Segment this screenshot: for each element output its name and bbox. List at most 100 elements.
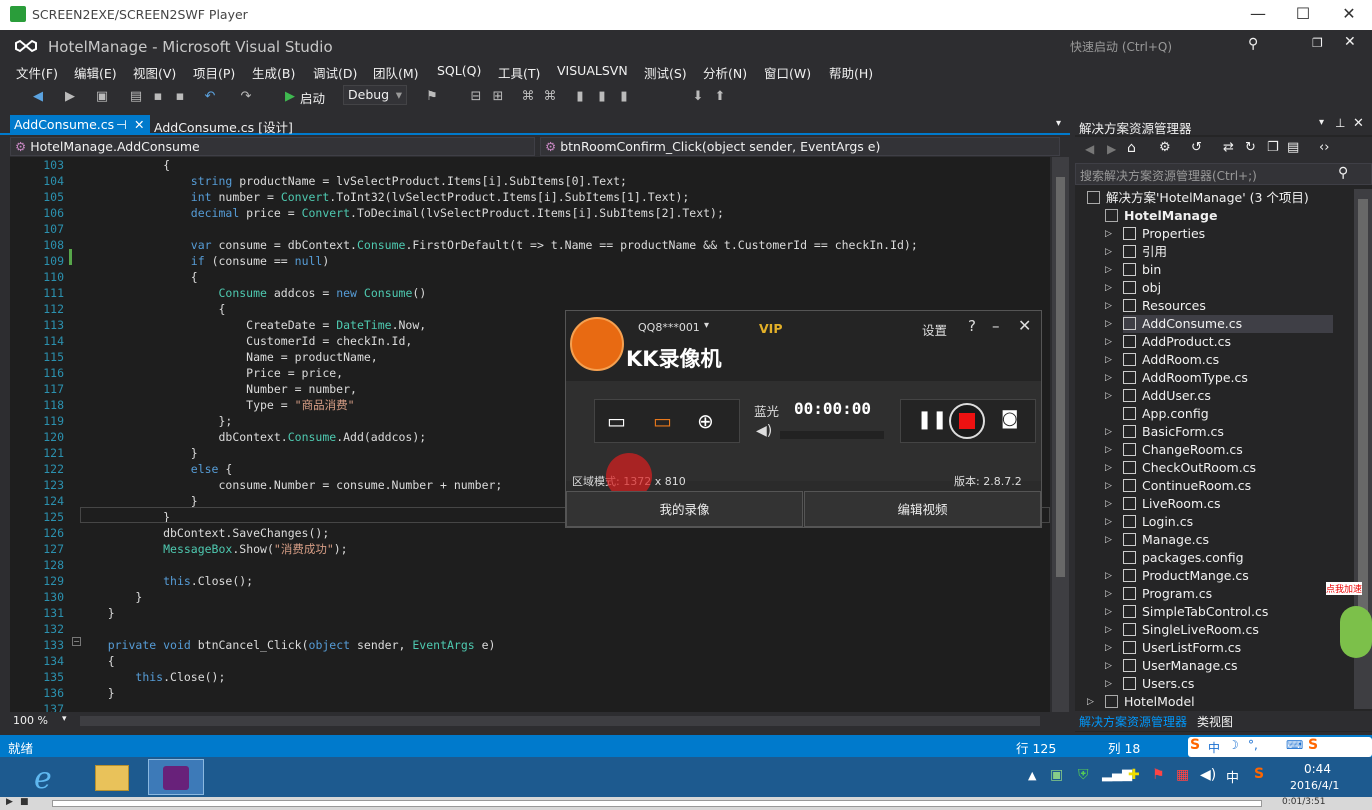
- account-dropdown-icon[interactable]: ▾: [704, 320, 709, 331]
- tray-ime[interactable]: 中: [1226, 767, 1239, 786]
- expand-arrow-icon[interactable]: ▷: [1105, 243, 1112, 261]
- code-line[interactable]: }: [80, 445, 198, 461]
- kk-minimize-icon[interactable]: –: [992, 317, 1000, 335]
- code-line[interactable]: Price = price,: [80, 365, 343, 381]
- menu-project[interactable]: 项目(P): [193, 63, 235, 82]
- se-dropdown-icon[interactable]: ▾: [1319, 117, 1324, 128]
- expand-arrow-icon[interactable]: ▷: [1105, 567, 1112, 585]
- tree-item[interactable]: ▷ LiveRoom.cs: [1105, 495, 1220, 513]
- tree-item[interactable]: ▷ AddRoom.cs: [1105, 351, 1219, 369]
- bookmark-icon[interactable]: ▮: [572, 89, 588, 105]
- help-icon[interactable]: ?: [968, 317, 976, 335]
- pending-changes-icon[interactable]: ⚙: [1159, 140, 1171, 155]
- comment-icon[interactable]: ⌘: [520, 89, 536, 105]
- menu-view[interactable]: 视图(V): [133, 63, 176, 82]
- code-line[interactable]: consume.Number = consume.Number + number…: [80, 477, 502, 493]
- se-back-icon[interactable]: ◀: [1085, 142, 1094, 156]
- menu-debug[interactable]: 调试(D): [313, 63, 357, 82]
- forward-icon[interactable]: ▶: [62, 89, 78, 105]
- tray-expand-icon[interactable]: ▲: [1028, 769, 1036, 782]
- tree-item[interactable]: ▷ Users.cs: [1105, 675, 1194, 693]
- se-scroll-thumb[interactable]: [1358, 199, 1368, 639]
- code-line[interactable]: dbContext.SaveChanges();: [80, 525, 329, 541]
- ime-punct-icon[interactable]: °,: [1248, 738, 1258, 752]
- tray-sogou-icon[interactable]: S: [1254, 766, 1264, 782]
- menu-build[interactable]: 生成(B): [252, 63, 295, 82]
- code-line[interactable]: MessageBox.Show("消费成功");: [80, 541, 348, 557]
- quick-launch-input[interactable]: 快速启动 (Ctrl+Q): [1070, 38, 1172, 55]
- close-button[interactable]: ✕: [1334, 4, 1364, 23]
- menu-sql[interactable]: SQL(Q): [437, 63, 481, 78]
- scrollbar-thumb[interactable]: [1056, 177, 1065, 577]
- code-line[interactable]: string productName = lvSelectProduct.Ite…: [80, 173, 627, 189]
- zoom-level[interactable]: 100 %: [13, 714, 48, 727]
- tree-item[interactable]: App.config: [1123, 405, 1209, 423]
- expand-arrow-icon[interactable]: ▷: [1105, 333, 1112, 351]
- code-line[interactable]: {: [80, 301, 225, 317]
- quality-label[interactable]: 蓝光: [754, 401, 779, 420]
- tree-project-hotelmodel[interactable]: ▷ HotelModel: [1087, 693, 1195, 711]
- layout-icon[interactable]: ⊟: [468, 89, 484, 105]
- expand-arrow-icon[interactable]: ▷: [1105, 495, 1112, 513]
- download-icon[interactable]: ⬇: [690, 89, 706, 105]
- code-line[interactable]: }: [80, 685, 115, 701]
- upload-icon[interactable]: ⬆: [712, 89, 728, 105]
- uncomment-icon[interactable]: ⌘: [542, 89, 558, 105]
- format-icon[interactable]: ⊞: [490, 89, 506, 105]
- code-line[interactable]: Type = "商品消费": [80, 397, 354, 413]
- expand-arrow-icon[interactable]: ▷: [1105, 639, 1112, 657]
- ime-mode[interactable]: 中: [1208, 739, 1220, 756]
- expand-arrow-icon[interactable]: ▷: [1105, 513, 1112, 531]
- tree-item[interactable]: ▷ SimpleTabControl.cs: [1105, 603, 1268, 621]
- tree-item[interactable]: ▷ bin: [1105, 261, 1161, 279]
- record-button[interactable]: [949, 403, 985, 439]
- expand-arrow-icon[interactable]: ▷: [1105, 531, 1112, 549]
- play-icon[interactable]: ▶: [6, 797, 13, 807]
- code-line[interactable]: Name = productName,: [80, 349, 378, 365]
- fullscreen-mode-icon[interactable]: ▭: [607, 409, 626, 433]
- bookmark-prev-icon[interactable]: ▮: [594, 89, 610, 105]
- tree-item[interactable]: ▷ ChangeRoom.cs: [1105, 441, 1243, 459]
- code-line[interactable]: else {: [80, 461, 233, 477]
- tree-item[interactable]: ▷ AddRoomType.cs: [1105, 369, 1248, 387]
- code-line[interactable]: if (consume == null): [80, 253, 330, 269]
- search-icon[interactable]: ⚲: [1248, 36, 1258, 52]
- expand-arrow-icon[interactable]: ▷: [1105, 279, 1112, 297]
- code-line[interactable]: this.Close();: [80, 573, 253, 589]
- stop-icon[interactable]: ■: [20, 797, 29, 807]
- open-icon[interactable]: ▤: [128, 89, 144, 105]
- expand-arrow-icon[interactable]: ▷: [1105, 423, 1112, 441]
- pause-icon[interactable]: ❚❚: [917, 409, 947, 430]
- region-mode-icon[interactable]: ▭: [653, 409, 672, 433]
- tree-item[interactable]: ▷ Program.cs: [1105, 585, 1212, 603]
- screenshot-icon[interactable]: ◙: [1001, 408, 1018, 429]
- tab-dropdown-icon[interactable]: ▾: [1056, 118, 1061, 129]
- edit-video-button[interactable]: 编辑视频: [804, 491, 1041, 527]
- code-view-icon[interactable]: ‹›: [1319, 140, 1329, 155]
- horizontal-scrollbar[interactable]: [80, 716, 1040, 726]
- expand-arrow-icon[interactable]: ▷: [1105, 675, 1112, 693]
- expand-arrow-icon[interactable]: ▷: [1087, 693, 1094, 711]
- accelerator-widget[interactable]: 点我加速: [1326, 576, 1372, 672]
- expand-arrow-icon[interactable]: ▷: [1105, 297, 1112, 315]
- se-search-icon[interactable]: ⚲: [1338, 165, 1348, 181]
- tray-network-icon[interactable]: ▦: [1176, 767, 1189, 783]
- code-line[interactable]: }: [80, 589, 142, 605]
- se-close-icon[interactable]: ✕: [1353, 116, 1364, 131]
- expand-arrow-icon[interactable]: ▷: [1105, 261, 1112, 279]
- pin-icon[interactable]: ⊣: [116, 117, 127, 132]
- tree-item[interactable]: ▷ ContinueRoom.cs: [1105, 477, 1251, 495]
- tray-shield-icon[interactable]: ⛨: [1078, 767, 1089, 783]
- clock-date[interactable]: 2016/4/1: [1290, 779, 1339, 792]
- code-line[interactable]: };: [80, 413, 232, 429]
- volume-slider[interactable]: [780, 431, 884, 439]
- code-line[interactable]: Consume addcos = new Consume(): [80, 285, 426, 301]
- restore-icon[interactable]: ❐: [1312, 36, 1323, 50]
- zoom-dropdown-icon[interactable]: ▾: [62, 714, 67, 724]
- minimize-button[interactable]: —: [1243, 4, 1273, 23]
- tree-item[interactable]: ▷ BasicForm.cs: [1105, 423, 1224, 441]
- tray-app-icon[interactable]: ▣: [1050, 767, 1063, 783]
- tree-item[interactable]: ▷ AddProduct.cs: [1105, 333, 1231, 351]
- save-all-icon[interactable]: ▪: [172, 89, 188, 105]
- expand-arrow-icon[interactable]: ▷: [1105, 459, 1112, 477]
